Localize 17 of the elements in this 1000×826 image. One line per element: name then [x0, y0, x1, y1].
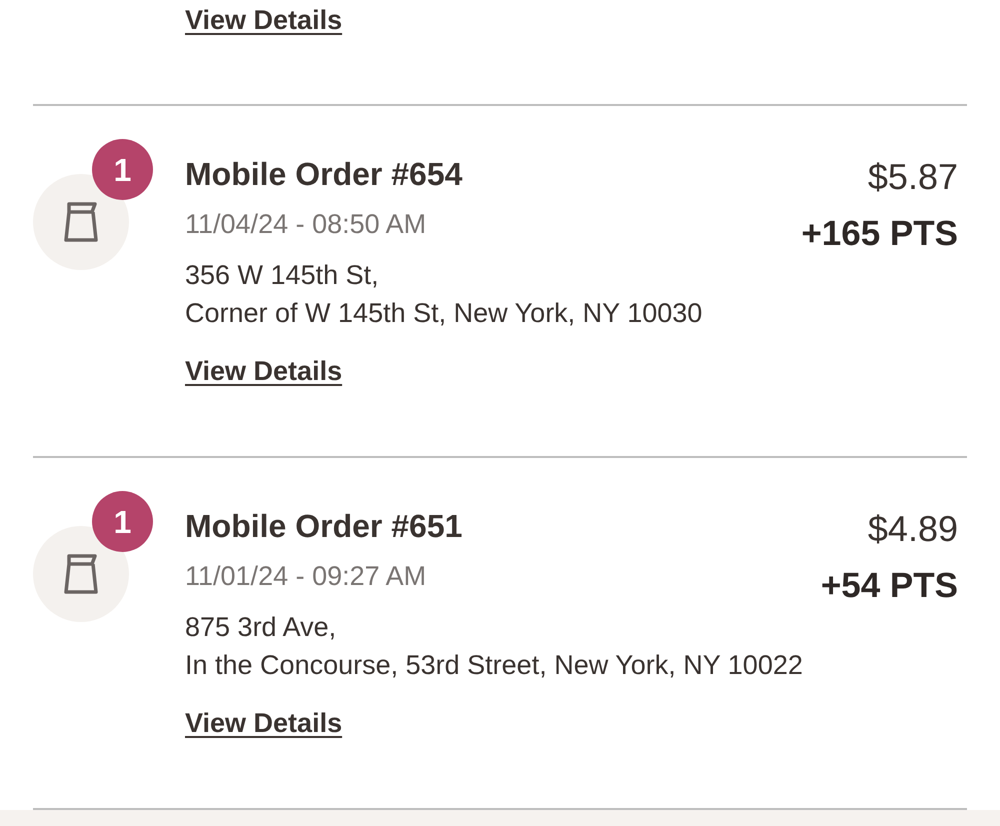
- order-points: +165 PTS: [801, 213, 958, 255]
- order-points: +54 PTS: [820, 565, 958, 607]
- order-title: Mobile Order #654: [185, 155, 462, 193]
- order-date: 11/04/24 - 08:50 AM: [185, 208, 426, 241]
- count-badge: 1: [92, 139, 153, 200]
- order-address: 356 W 145th St, Corner of W 145th St, New York, NY 10030: [185, 259, 702, 330]
- order-price: $4.89: [868, 507, 958, 551]
- view-details-link[interactable]: View Details: [185, 704, 342, 742]
- view-details-link[interactable]: View Details: [185, 352, 342, 390]
- count-badge: 1: [92, 491, 153, 552]
- order-price: $5.87: [868, 155, 958, 199]
- view-details-link[interactable]: View Details: [185, 1, 342, 39]
- order-address: 875 3rd Ave, In the Concourse, 53rd Street, New York, NY 10022: [185, 611, 803, 682]
- bag-icon: [63, 200, 99, 244]
- order-date: 11/01/24 - 09:27 AM: [185, 560, 426, 593]
- bag-icon: [63, 552, 99, 596]
- order-title: Mobile Order #651: [185, 507, 462, 545]
